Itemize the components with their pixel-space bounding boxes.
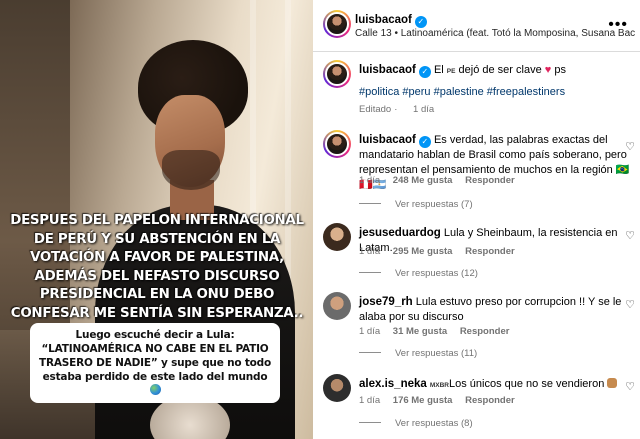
view-replies[interactable]: Ver respuestas (12) (359, 268, 478, 279)
like-heart-icon[interactable]: ♡ (625, 140, 635, 153)
overlay-sub-label: Luego escuché decir a Lula: “LATINOAMÉRI… (39, 329, 271, 383)
comment-meta: 1 día 248 Me gusta Responder (359, 175, 525, 186)
comment-username[interactable]: alex.is_neka (359, 378, 427, 390)
comment-time: 1 día (359, 395, 381, 406)
overlay-main-text: DESPUES DEL PAPELON INTERNACIONAL DE PER… (10, 213, 304, 321)
comment-meta: 1 día 176 Me gusta Responder (359, 395, 525, 406)
comment-time: 1 día (359, 175, 381, 186)
comment-likes[interactable]: 248 Me gusta (393, 175, 453, 186)
reply-button[interactable]: Responder (465, 395, 515, 406)
view-replies-label[interactable]: Ver respuestas (12) (395, 268, 478, 279)
caption-meta: Editado · 1 día (359, 104, 435, 115)
comment-meta: 1 día 295 Me gusta Responder (359, 246, 525, 257)
comment-body: jose79_rh Lula estuvo preso por corrupci… (359, 295, 634, 325)
details-panel: luisbacaof ✓ Calle 13 • Latinoamérica (fe… (313, 0, 640, 439)
fist-icon (607, 378, 618, 388)
comment-body: alex.is_neka MXBRLos únicos que no se ve… (359, 377, 634, 393)
verified-badge-icon: ✓ (418, 136, 431, 148)
reply-button[interactable]: Responder (460, 326, 510, 337)
overlay-sub-text: Luego escuché decir a Lula: “LATINOAMÉRI… (30, 323, 280, 403)
comment-likes[interactable]: 295 Me gusta (393, 246, 453, 257)
caption-hashtags[interactable]: #politica #peru #palestine #freepalestin… (359, 86, 565, 98)
comment-username[interactable]: jose79_rh (359, 296, 413, 308)
comment-time: 1 día (359, 246, 381, 257)
reply-button[interactable]: Responder (465, 175, 515, 186)
author-line: luisbacaof ✓ (355, 10, 427, 28)
caption-time: 1 día (413, 104, 435, 115)
comment-time: 1 día (359, 326, 381, 337)
person-beard (162, 150, 220, 190)
like-heart-icon[interactable]: ♡ (625, 380, 635, 393)
verified-badge-icon: ✓ (418, 66, 431, 78)
replies-divider (359, 352, 381, 353)
caption-username[interactable]: luisbacaof (359, 64, 416, 76)
comment-avatar[interactable] (323, 223, 351, 251)
comment-item: jesuseduardog Lula y Sheinbaum, la resis… (323, 223, 635, 283)
comment-avatar[interactable] (323, 130, 351, 158)
caption-block: luisbacaof ✓ El PE dejó de ser clave ♥ ps… (323, 60, 635, 120)
comment-item: jose79_rh Lula estuvo preso por corrupci… (323, 292, 635, 362)
more-options-icon[interactable]: ••• (608, 16, 628, 34)
view-replies-label[interactable]: Ver respuestas (8) (395, 418, 473, 429)
caption-body: luisbacaof ✓ El PE dejó de ser clave ♥ ps (359, 63, 634, 79)
like-heart-icon[interactable]: ♡ (625, 229, 635, 242)
comment-text: Los únicos que no se vendieron (448, 378, 605, 390)
caption-text-a: El (433, 64, 447, 76)
globe-icon (149, 384, 161, 395)
view-replies[interactable]: Ver respuestas (7) (359, 199, 473, 210)
replies-divider (359, 203, 381, 204)
verified-badge-icon: ✓ (414, 16, 427, 28)
like-heart-icon[interactable]: ♡ (625, 298, 635, 311)
comment-item: luisbacaof ✓ Es verdad, las palabras exac… (323, 130, 635, 210)
author-username[interactable]: luisbacaof (355, 14, 412, 26)
view-replies-label[interactable]: Ver respuestas (7) (395, 199, 473, 210)
comment-item: alex.is_neka MXBRLos únicos que no se ve… (323, 374, 635, 436)
author-avatar[interactable] (323, 10, 351, 38)
comment-avatar[interactable] (323, 292, 351, 320)
comment-meta: 1 día 31 Me gusta Responder (359, 326, 519, 337)
audio-attribution[interactable]: Calle 13 • Latinoamérica (feat. Totó la … (355, 28, 635, 39)
edited-label: Editado (359, 104, 392, 115)
view-replies[interactable]: Ver respuestas (8) (359, 418, 473, 429)
comment-likes[interactable]: 31 Me gusta (393, 326, 447, 337)
comment-avatar[interactable] (323, 374, 351, 402)
comment-username[interactable]: luisbacaof (359, 134, 416, 146)
caption-text-c: ps (551, 64, 566, 76)
caption-avatar[interactable] (323, 60, 351, 88)
comment-tag: MXBR (429, 382, 449, 389)
replies-divider (359, 422, 381, 423)
view-replies[interactable]: Ver respuestas (11) (359, 348, 477, 359)
comment-username[interactable]: jesuseduardog (359, 227, 441, 239)
caption-text-b: dejó de ser clave (455, 64, 545, 76)
post-media[interactable]: DESPUES DEL PAPELON INTERNACIONAL DE PER… (0, 0, 313, 439)
reply-button[interactable]: Responder (465, 246, 515, 257)
comment-likes[interactable]: 176 Me gusta (393, 395, 453, 406)
view-replies-label[interactable]: Ver respuestas (11) (395, 348, 477, 359)
replies-divider (359, 272, 381, 273)
post-header: luisbacaof ✓ Calle 13 • Latinoamérica (fe… (313, 0, 640, 52)
